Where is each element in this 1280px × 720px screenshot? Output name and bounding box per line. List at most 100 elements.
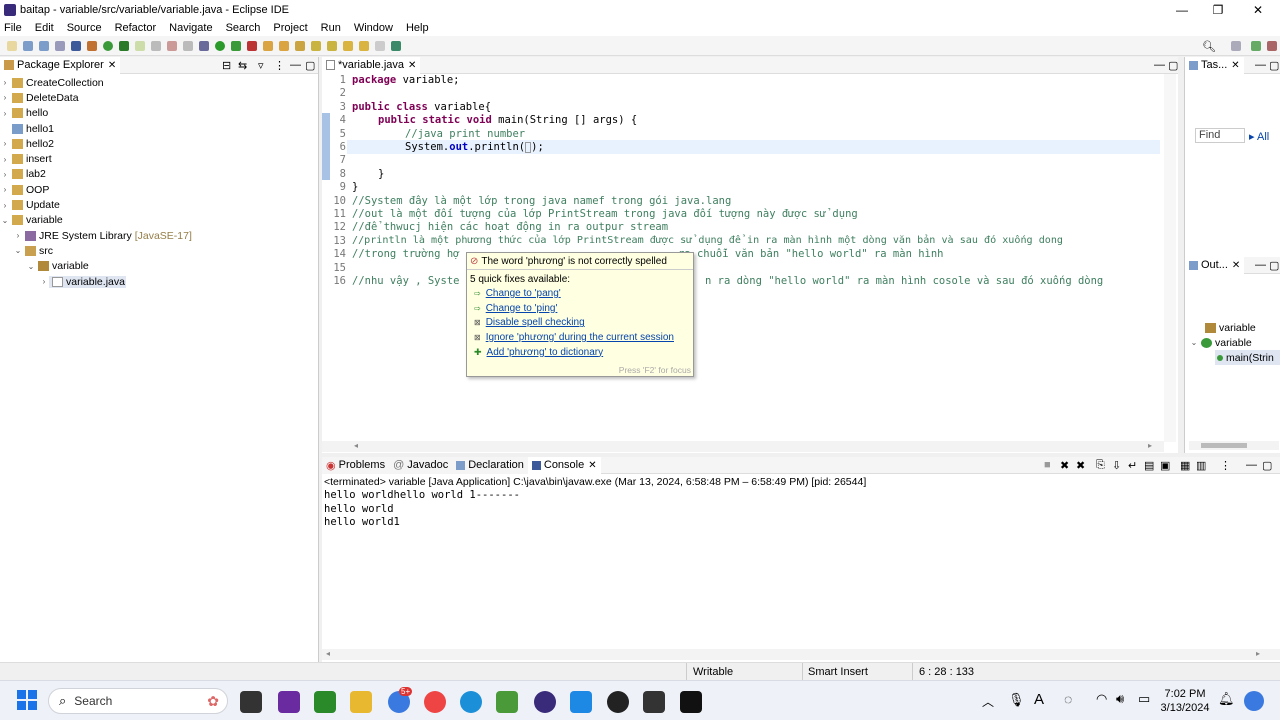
chevron-right-icon[interactable]: ›: [0, 185, 10, 194]
prev-annotation-icon[interactable]: [327, 40, 337, 51]
chevron-right-icon[interactable]: ›: [0, 93, 10, 102]
chevron-right-icon[interactable]: ›: [0, 109, 10, 118]
eclipse-icon[interactable]: [534, 691, 556, 713]
tree-item-src[interactable]: ⌄ src: [0, 243, 318, 258]
tab-package-explorer[interactable]: Package Explorer ✕: [0, 56, 121, 74]
tree-item-file[interactable]: › variable.java: [0, 274, 318, 289]
skip-icon[interactable]: [199, 40, 209, 51]
highlight-icon[interactable]: [135, 40, 145, 51]
pin-console-icon[interactable]: ▤: [1144, 459, 1154, 472]
maximize-view-icon[interactable]: ▢: [1269, 259, 1279, 272]
external-tools-icon[interactable]: [247, 40, 257, 51]
outline-scrollbar[interactable]: [1189, 441, 1279, 450]
chevron-right-icon[interactable]: ›: [0, 78, 10, 87]
fix-link[interactable]: Disable spell checking: [486, 317, 585, 328]
chevron-right-icon[interactable]: ›: [39, 277, 49, 286]
tree-item-project[interactable]: › lab2: [0, 167, 318, 182]
maximize-view-icon[interactable]: ▢: [1269, 59, 1279, 72]
chevron-right-icon[interactable]: ›: [0, 139, 10, 148]
outline-item-package[interactable]: variable: [1203, 320, 1256, 335]
microphone-icon[interactable]: 🎙︎: [1008, 692, 1025, 708]
chevron-down-icon[interactable]: ⌄: [13, 246, 23, 255]
start-icon[interactable]: [17, 690, 37, 710]
tree-item-project[interactable]: › insert: [0, 151, 318, 166]
close-icon[interactable]: ✕: [1231, 60, 1239, 71]
menu-project[interactable]: Project: [273, 22, 307, 34]
copy-icon[interactable]: ⎘: [1096, 459, 1105, 472]
volume-icon[interactable]: 🔊︎: [1116, 691, 1124, 707]
scroll-right-icon[interactable]: ▸: [1148, 441, 1152, 450]
tab-javadoc[interactable]: @ Javadoc: [389, 456, 453, 474]
app-icon[interactable]: [278, 691, 300, 713]
minimize-view-icon[interactable]: —: [290, 59, 301, 71]
scroll-right-icon[interactable]: ▸: [1256, 649, 1260, 658]
chrome-icon[interactable]: [424, 691, 446, 713]
maximize-view-icon[interactable]: ▢: [1262, 459, 1272, 472]
menu-navigate[interactable]: Navigate: [169, 22, 212, 34]
file-explorer-icon[interactable]: [350, 691, 372, 713]
tab-outline[interactable]: Out... ✕: [1185, 256, 1245, 274]
tree-item-project[interactable]: › Update: [0, 197, 318, 212]
clock[interactable]: 7:02 PM 3/13/2024: [1160, 687, 1210, 715]
chevron-right-icon[interactable]: ›: [0, 155, 10, 164]
find-input[interactable]: Find: [1195, 128, 1245, 143]
all-link[interactable]: ▸ All: [1249, 130, 1269, 143]
notepad-icon[interactable]: [496, 691, 518, 713]
open-task-icon[interactable]: [279, 40, 289, 51]
obs-icon[interactable]: [607, 691, 629, 713]
pin-icon[interactable]: [391, 40, 401, 51]
print-icon[interactable]: [55, 40, 65, 51]
maximize-view-icon[interactable]: ▢: [305, 59, 315, 72]
tree-item-project[interactable]: › CreateCollection: [0, 75, 318, 90]
horizontal-scrollbar[interactable]: ◂ ▸: [322, 441, 1164, 452]
vscode-icon[interactable]: [570, 691, 592, 713]
coverage-icon[interactable]: [231, 40, 241, 51]
minimize-icon[interactable]: —: [1164, 0, 1200, 19]
close-icon[interactable]: ✕: [408, 60, 416, 71]
close-icon[interactable]: ✕: [588, 460, 596, 471]
chevron-right-icon[interactable]: ›: [0, 201, 10, 210]
chevron-right-icon[interactable]: ›: [13, 231, 23, 240]
edge-icon[interactable]: [460, 691, 482, 713]
view-menu-icon[interactable]: ⋮: [274, 59, 285, 72]
outline-item-method[interactable]: main(Strin: [1215, 350, 1280, 366]
sync-icon[interactable]: ◌: [1064, 691, 1072, 707]
tab-console[interactable]: Console ✕: [527, 456, 601, 474]
tree-item-package[interactable]: ⌄ variable: [0, 259, 318, 274]
fix-link[interactable]: Change to 'ping': [486, 303, 558, 314]
tab-tasks[interactable]: Tas... ✕: [1185, 56, 1244, 74]
display-console-icon[interactable]: ▦: [1180, 459, 1190, 472]
terminate-icon[interactable]: ■: [1044, 459, 1051, 471]
fix-ignore-word[interactable]: ⊠ Ignore 'phương' during the current sess…: [467, 330, 693, 345]
new-icon[interactable]: [7, 40, 17, 51]
capcut-icon[interactable]: [680, 691, 702, 713]
minimize-view-icon[interactable]: —: [1246, 459, 1257, 471]
forward-icon[interactable]: [359, 40, 369, 51]
tree-item-project[interactable]: › DeleteData: [0, 90, 318, 105]
vertical-scrollbar[interactable]: [1164, 74, 1176, 442]
save-icon[interactable]: [23, 40, 33, 51]
remove-all-icon[interactable]: ✖: [1076, 459, 1085, 472]
close-icon[interactable]: ✕: [1232, 260, 1240, 271]
minimize-view-icon[interactable]: —: [1255, 259, 1266, 271]
fix-add-dictionary[interactable]: ✚ Add 'phương' to dictionary: [467, 345, 693, 360]
notification-bell-icon[interactable]: 🔔︎: [1218, 691, 1235, 707]
tree-item-project[interactable]: hello1: [0, 121, 318, 136]
taskbar-search[interactable]: ⌕ Search ✿: [48, 688, 228, 714]
scroll-left-icon[interactable]: ◂: [326, 649, 330, 658]
menu-help[interactable]: Help: [406, 22, 429, 34]
next-annotation-icon[interactable]: [311, 40, 321, 51]
copilot-icon[interactable]: [1244, 691, 1264, 711]
scroll-left-icon[interactable]: ◂: [354, 441, 358, 450]
battery-icon[interactable]: ▭: [1138, 691, 1150, 707]
outline-item-class[interactable]: ⌄ variable: [1189, 335, 1252, 350]
chevron-up-icon[interactable]: ︿: [982, 693, 994, 710]
pilcrow-icon[interactable]: [183, 40, 193, 51]
search-icon[interactable]: 🔍︎: [1202, 40, 1216, 53]
fix-link[interactable]: Add 'phương' to dictionary: [487, 347, 604, 358]
console-output[interactable]: hello worldhello world 1------- hello wo…: [322, 489, 1280, 530]
menu-run[interactable]: Run: [321, 22, 341, 34]
menu-source[interactable]: Source: [67, 22, 102, 34]
new-java-icon[interactable]: [103, 40, 113, 51]
collapse-all-icon[interactable]: ⊟: [222, 59, 231, 72]
